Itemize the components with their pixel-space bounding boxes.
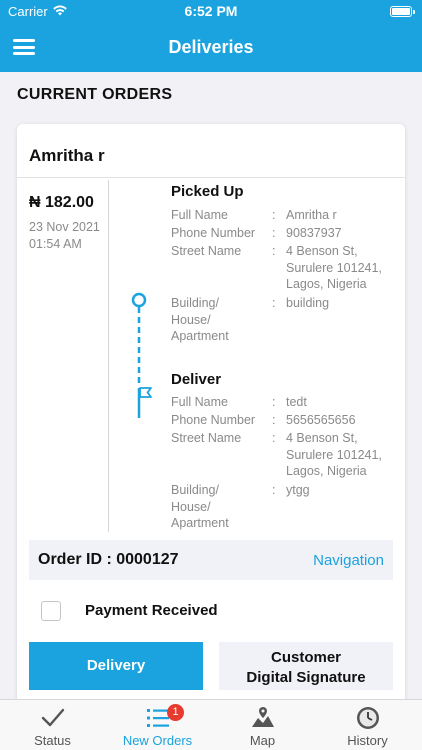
- tab-label: Map: [249, 733, 276, 748]
- new-orders-badge: 1: [167, 704, 184, 721]
- field-label: Building/ House/ Apartment: [171, 296, 229, 343]
- navigation-link[interactable]: Navigation: [313, 552, 384, 569]
- order-id: Order ID : 0000127: [38, 551, 179, 568]
- field-value: 4 Benson St, Surulere 101241, Lagos, Nig…: [286, 431, 382, 478]
- field-label: Full Name: [171, 208, 228, 222]
- field-label: Building/ House/ Apartment: [171, 483, 229, 530]
- field-separator: :: [272, 226, 276, 240]
- pickup-marker-icon: [131, 292, 147, 308]
- tab-bar: Status 1 New Orders Map History: [0, 699, 422, 750]
- field-value: 4 Benson St, Surulere 101241, Lagos, Nig…: [286, 244, 382, 291]
- field-value: tedt: [286, 395, 307, 409]
- pickup-title: Picked Up: [171, 183, 244, 200]
- field-value: building: [286, 296, 330, 310]
- field-separator: :: [272, 483, 276, 497]
- tab-map[interactable]: Map: [210, 700, 315, 750]
- tab-history[interactable]: History: [315, 700, 420, 750]
- battery-icon: [390, 6, 415, 17]
- order-card: Amritha r ₦ 182.00 23 Nov 2021 01:54 AM …: [17, 124, 405, 714]
- order-id-bar: Order ID : 0000127 Navigation: [29, 540, 393, 580]
- field-label: Street Name: [171, 431, 242, 445]
- field-separator: :: [272, 413, 276, 427]
- card-divider: [17, 177, 405, 178]
- field-separator: :: [272, 296, 276, 310]
- payment-received-checkbox[interactable]: [41, 601, 61, 621]
- tab-label: New Orders: [122, 733, 193, 748]
- deliver-title: Deliver: [171, 371, 222, 388]
- field-label: Phone Number: [171, 226, 256, 240]
- tab-label: History: [347, 733, 388, 748]
- field-value: ytgg: [286, 483, 310, 497]
- tab-label: Status: [34, 733, 71, 748]
- route-track: [131, 292, 152, 418]
- order-price: ₦ 182.00: [29, 194, 94, 211]
- field-value: 90837937: [286, 226, 342, 240]
- map-icon: [252, 707, 274, 727]
- page-title: Deliveries: [168, 37, 254, 57]
- clock-icon: [357, 707, 379, 729]
- delivery-button[interactable]: Delivery: [29, 642, 203, 690]
- status-bar: Carrier 6:52 PM: [0, 0, 422, 24]
- field-separator: :: [272, 244, 276, 258]
- field-label: Street Name: [171, 244, 242, 258]
- field-value: Amritha r: [286, 208, 337, 222]
- order-date: 23 Nov 2021 01:54 AM: [29, 220, 100, 251]
- field-separator: :: [272, 395, 276, 409]
- tab-new-orders[interactable]: 1 New Orders: [105, 700, 210, 750]
- customer-digital-signature-button[interactable]: Customer Digital Signature: [219, 642, 393, 690]
- destination-flag-icon: [137, 387, 152, 418]
- payment-received-label: Payment Received: [85, 602, 218, 619]
- tab-status[interactable]: Status: [0, 700, 105, 750]
- field-label: Phone Number: [171, 413, 256, 427]
- status-time: 6:52 PM: [184, 3, 238, 19]
- field-separator: :: [272, 208, 276, 222]
- section-title: CURRENT ORDERS: [17, 86, 173, 103]
- field-label: Full Name: [171, 395, 228, 409]
- customer-name: Amritha r: [29, 146, 105, 165]
- column-divider: [108, 180, 109, 532]
- nav-bar: Deliveries: [0, 24, 422, 72]
- checkmark-icon: [41, 708, 65, 727]
- field-separator: :: [272, 431, 276, 445]
- field-value: 5656565656: [286, 413, 356, 427]
- signature-button-line2: Digital Signature: [246, 669, 366, 686]
- signature-button-line1: Customer: [270, 649, 341, 666]
